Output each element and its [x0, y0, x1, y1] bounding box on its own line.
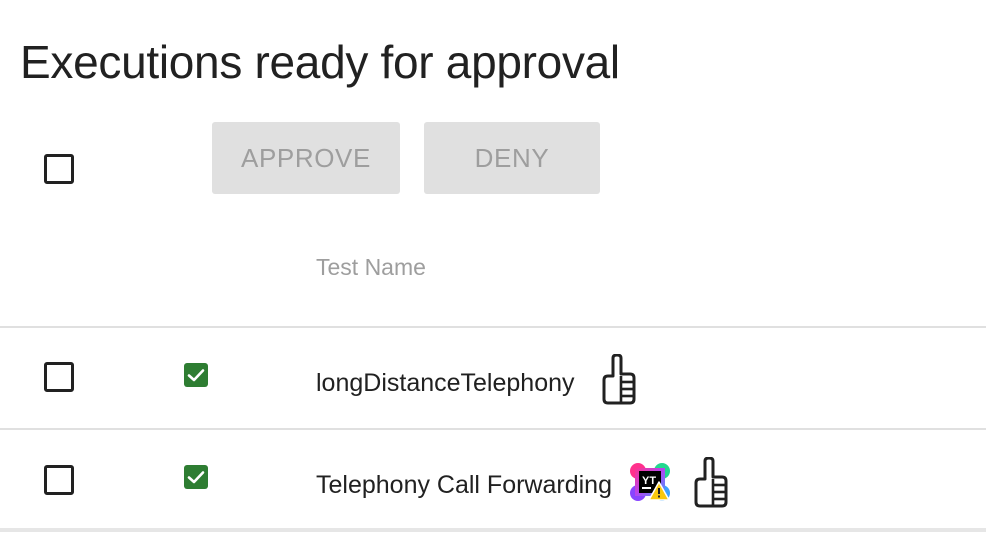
status-passed-icon: [184, 465, 208, 489]
svg-text:YT: YT: [642, 475, 656, 487]
approve-button[interactable]: APPROVE: [212, 122, 400, 194]
row-select-checkbox[interactable]: [44, 465, 74, 495]
deny-button[interactable]: DENY: [424, 122, 600, 194]
row-divider: [0, 428, 986, 430]
test-name-cell[interactable]: longDistanceTelephony: [316, 369, 575, 398]
row-select-checkbox[interactable]: [44, 362, 74, 392]
select-all-checkbox[interactable]: [44, 154, 74, 184]
header-divider: [0, 326, 986, 328]
status-passed-icon: [184, 363, 208, 387]
thumbs-up-icon[interactable]: [600, 354, 638, 406]
test-name-cell[interactable]: Telephony Call Forwarding: [316, 471, 612, 500]
thumbs-up-icon[interactable]: [692, 457, 730, 509]
page-title: Executions ready for approval: [20, 36, 620, 88]
youtrack-warning-icon[interactable]: YT: [629, 462, 671, 502]
column-header-test-name[interactable]: Test Name: [316, 254, 426, 281]
table-bottom-divider: [0, 528, 986, 532]
